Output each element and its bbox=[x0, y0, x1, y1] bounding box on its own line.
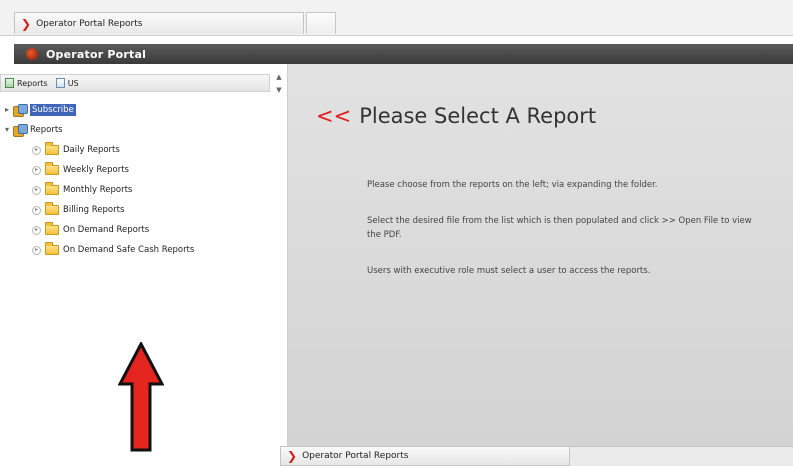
left-toolbar: Reports US bbox=[0, 74, 270, 92]
tree-item-reports[interactable]: ▾ Reports bbox=[0, 120, 288, 140]
taskbar-tab-title: Operator Portal Reports bbox=[302, 451, 409, 461]
tree-item-label: Weekly Reports bbox=[63, 165, 129, 175]
browser-tab-title: Operator Portal Reports bbox=[36, 18, 143, 29]
taskbar-tab[interactable]: ❯ Operator Portal Reports bbox=[280, 446, 570, 466]
folder-icon bbox=[45, 182, 59, 195]
app-logo-icon bbox=[26, 48, 38, 60]
taskbar-strip bbox=[570, 446, 793, 466]
subscribe-icon bbox=[13, 104, 28, 117]
expand-icon[interactable]: ▸ bbox=[32, 205, 41, 215]
tree-item-monthly-reports[interactable]: ▸ Monthly Reports bbox=[0, 180, 288, 200]
new-tab-button[interactable] bbox=[306, 12, 336, 34]
document-icon bbox=[55, 78, 65, 88]
reports-group-icon bbox=[13, 124, 28, 137]
chevron-right-icon: ❯ bbox=[21, 16, 32, 31]
tree-item-subscribe[interactable]: ▸ Subscribe bbox=[0, 100, 288, 120]
app-title-bar: Operator Portal bbox=[14, 44, 793, 64]
reports-toolbar-button[interactable]: Reports bbox=[5, 78, 48, 88]
tree-item-daily-reports[interactable]: ▸ Daily Reports bbox=[0, 140, 288, 160]
expand-icon[interactable]: ▸ bbox=[32, 185, 41, 195]
expand-icon[interactable]: ▸ bbox=[32, 225, 41, 235]
panel-scroll-control[interactable]: ▲ ▼ bbox=[274, 74, 284, 94]
expand-icon[interactable]: ▸ bbox=[32, 245, 41, 255]
main-content: << Please Select A Report Please choose f… bbox=[288, 64, 793, 466]
tree-item-weekly-reports[interactable]: ▸ Weekly Reports bbox=[0, 160, 288, 180]
tree-item-label: Daily Reports bbox=[63, 145, 120, 155]
report-tree: ▸ Subscribe ▾ Reports ▸ Daily Reports ▸ … bbox=[0, 100, 288, 260]
tree-item-label: On Demand Reports bbox=[63, 225, 150, 235]
us-toolbar-button[interactable]: US bbox=[55, 78, 79, 88]
tree-item-label: On Demand Safe Cash Reports bbox=[63, 245, 195, 255]
folder-icon bbox=[45, 162, 59, 175]
chevron-right-icon: ❯ bbox=[287, 449, 298, 463]
tree-item-label: Subscribe bbox=[30, 104, 76, 116]
folder-icon bbox=[45, 142, 59, 155]
left-navigation-panel: Reports US ▲ ▼ ▸ Subscribe ▾ Reports ▸ D… bbox=[0, 64, 288, 466]
scroll-down-icon[interactable]: ▼ bbox=[276, 87, 281, 94]
us-toolbar-label: US bbox=[67, 78, 79, 88]
tree-item-billing-reports[interactable]: ▸ Billing Reports bbox=[0, 200, 288, 220]
browser-tab[interactable]: ❯ Operator Portal Reports bbox=[14, 12, 304, 34]
folder-icon bbox=[45, 202, 59, 215]
headline-chevron: << bbox=[316, 104, 352, 128]
tree-item-label: Monthly Reports bbox=[63, 185, 133, 195]
reports-icon bbox=[5, 78, 14, 88]
scroll-up-icon[interactable]: ▲ bbox=[276, 74, 281, 81]
folder-icon bbox=[45, 242, 59, 255]
folder-icon bbox=[45, 222, 59, 235]
tree-item-label: Billing Reports bbox=[63, 205, 125, 215]
tree-expander-icon[interactable]: ▾ bbox=[4, 126, 10, 135]
expand-icon[interactable]: ▸ bbox=[32, 165, 41, 175]
reports-toolbar-label: Reports bbox=[17, 78, 48, 88]
expand-icon[interactable]: ▸ bbox=[32, 145, 41, 155]
headline-text: Please Select A Report bbox=[359, 104, 597, 128]
instruction-paragraph: Users with executive role must select a … bbox=[367, 266, 651, 276]
tree-item-label: Reports bbox=[30, 125, 63, 135]
tree-item-on-demand-safe-cash-reports[interactable]: ▸ On Demand Safe Cash Reports bbox=[0, 240, 288, 260]
app-title: Operator Portal bbox=[46, 47, 147, 61]
instruction-paragraph: Please choose from the reports on the le… bbox=[367, 180, 658, 190]
instruction-paragraph: Select the desired file from the list wh… bbox=[367, 216, 752, 240]
page-title: << Please Select A Report bbox=[316, 104, 596, 128]
tree-expander-icon[interactable]: ▸ bbox=[4, 106, 10, 115]
browser-tab-strip: ❯ Operator Portal Reports bbox=[0, 0, 793, 36]
arrow-up-icon bbox=[118, 342, 164, 452]
tree-item-on-demand-reports[interactable]: ▸ On Demand Reports bbox=[0, 220, 288, 240]
